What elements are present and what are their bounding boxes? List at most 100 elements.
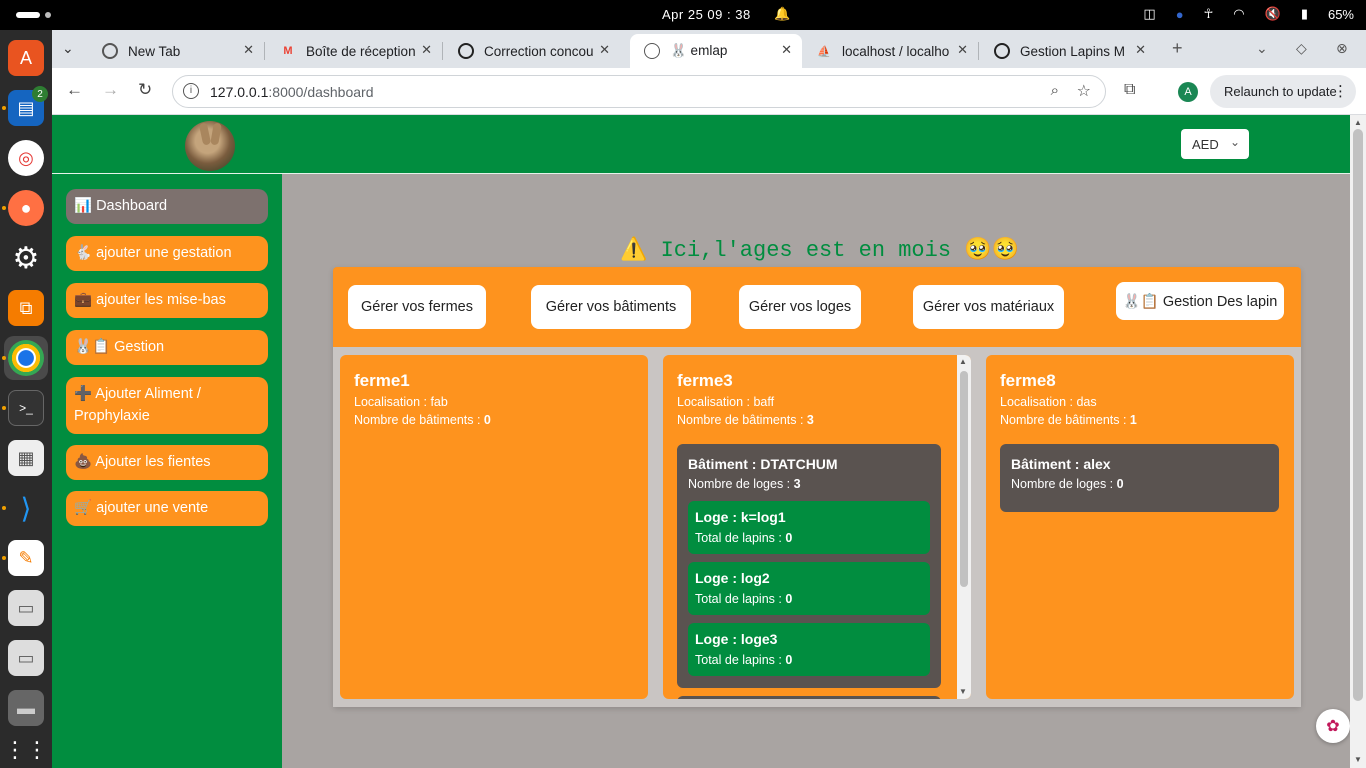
loge-total: Total de lapins : 0	[695, 592, 793, 606]
document-viewer-icon[interactable]: ▦	[8, 440, 44, 476]
ai-assistant-icon[interactable]: ✿	[1316, 709, 1350, 743]
tab-label: localhost / localho	[842, 43, 950, 59]
notification-badge: 2	[32, 86, 48, 102]
color-indicator-icon[interactable]: ●	[1176, 7, 1184, 22]
building-card[interactable]: Bâtiment : DTATCHUM Nombre de loges : 3 …	[677, 444, 941, 688]
tab-phpmyadmin[interactable]: ⛵ localhost / localho ✕	[802, 34, 978, 68]
loge-card[interactable]: Loge : k=log1 Total de lapins : 0	[688, 501, 930, 554]
window-minimize-icon[interactable]: ◇	[1296, 40, 1307, 57]
drive-icon[interactable]: ▬	[8, 690, 44, 726]
bookmark-star-icon[interactable]: ☆	[1077, 81, 1091, 101]
site-info-icon[interactable]: i	[183, 83, 199, 99]
scroll-down-arrow-icon[interactable]: ▼	[959, 687, 967, 696]
tab-new-tab[interactable]: New Tab ✕	[88, 34, 264, 68]
close-icon[interactable]: ✕	[243, 42, 254, 58]
url-text[interactable]: 127.0.0.1:8000/dashboard	[210, 84, 373, 100]
new-tab-plus-icon[interactable]: +	[1172, 38, 1183, 59]
sidebar-item-gestion[interactable]: 🐰📋 Gestion	[66, 330, 268, 365]
farm-location: Localisation : fab	[354, 395, 448, 409]
accessibility-indicator-icon[interactable]: ◫	[1143, 6, 1155, 22]
sidebar-item-aliment[interactable]: ➕ Ajouter Aliment / Prophylaxie	[66, 377, 268, 434]
sidebar-item-mise-bas[interactable]: 💼 ajouter les mise-bas	[66, 283, 268, 318]
building-loge-count: Nombre de loges : 3	[688, 477, 801, 491]
tab-search-chevron-icon[interactable]: ⌄	[62, 40, 74, 57]
git-tool-icon[interactable]: ⧉	[8, 290, 44, 326]
notes-icon[interactable]: ✎	[8, 540, 44, 576]
manage-buildings-button[interactable]: Gérer vos bâtiments	[531, 285, 691, 329]
disk-icon-2[interactable]: ▭	[8, 640, 44, 676]
disk-icon[interactable]: ▭	[8, 590, 44, 626]
farm-card[interactable]: ferme8 Localisation : das Nombre de bâti…	[986, 355, 1294, 699]
tab-list-chevron-icon[interactable]: ⌄	[1256, 40, 1268, 57]
wifi-icon[interactable]: ◠	[1233, 6, 1244, 22]
window-close-icon[interactable]: ⊗	[1336, 40, 1348, 57]
scrollbar-thumb[interactable]	[960, 371, 968, 587]
loge-card[interactable]: Loge : log2 Total de lapins : 0	[688, 562, 930, 615]
extensions-puzzle-icon[interactable]: ⧉	[1124, 81, 1135, 99]
farm-scrollbar[interactable]: ▲ ▼	[957, 355, 971, 699]
loge-card[interactable]: Loge : loge3 Total de lapins : 0	[688, 623, 930, 676]
globe-icon	[644, 43, 660, 59]
rabbit-management-button[interactable]: 🐰📋 Gestion Des lapin	[1116, 282, 1284, 320]
text-editor-icon[interactable]: ▤ 2	[8, 86, 48, 126]
workspace-dot[interactable]	[45, 12, 51, 18]
farm-card[interactable]: ferme3 Localisation : baff Nombre de bât…	[663, 355, 971, 699]
profile-avatar[interactable]: A	[1178, 82, 1198, 102]
tab-emlap[interactable]: 🐰 emlap ✕	[630, 34, 802, 68]
mute-icon[interactable]: 🔇	[1265, 6, 1281, 22]
sidebar-item-gestation[interactable]: 🐇 ajouter une gestation	[66, 236, 268, 271]
reload-icon[interactable]: ↻	[138, 80, 152, 100]
building-card-partial[interactable]	[677, 696, 941, 699]
app-grid-icon[interactable]: ⋮⋮	[4, 732, 48, 768]
system-top-bar: Apr 25 09 : 38 🔔 ◫ ● ☥ ◠ 🔇 ▮ 65%	[0, 0, 1366, 30]
tab-label: Correction concou	[484, 43, 594, 59]
tab-gestion-lapins[interactable]: Gestion Lapins M ✕	[980, 34, 1156, 68]
sidebar-item-fientes[interactable]: 💩 Ajouter les fientes	[66, 445, 268, 480]
farm-card[interactable]: ferme1 Localisation : fab Nombre de bâti…	[340, 355, 648, 699]
workspace-indicator[interactable]	[16, 12, 40, 18]
close-icon[interactable]: ✕	[599, 42, 610, 58]
notification-bell-icon[interactable]: 🔔	[774, 6, 790, 22]
software-center-icon[interactable]: A	[8, 40, 44, 76]
sidebar-item-dashboard[interactable]: 📊 Dashboard	[66, 189, 268, 224]
battery-percentage[interactable]: 65%	[1328, 7, 1354, 22]
manage-materials-button[interactable]: Gérer vos matériaux	[913, 285, 1064, 329]
farm-building-count: Nombre de bâtiments : 0	[354, 413, 491, 427]
zoom-magnifier-icon[interactable]: ⌕	[1051, 82, 1059, 99]
forward-arrow-icon[interactable]: →	[102, 80, 119, 100]
manage-loges-button[interactable]: Gérer vos loges	[739, 285, 861, 329]
close-icon[interactable]: ✕	[957, 42, 968, 58]
battery-icon[interactable]: ▮	[1301, 6, 1308, 22]
settings-icon[interactable]: ⚙	[8, 240, 44, 276]
accessibility-icon[interactable]: ☥	[1204, 6, 1214, 22]
close-icon[interactable]: ✕	[421, 42, 432, 58]
rabbit-logo[interactable]	[185, 121, 235, 171]
system-clock[interactable]: Apr 25 09 : 38	[662, 7, 751, 22]
close-icon[interactable]: ✕	[781, 42, 792, 58]
page-scrollbar[interactable]: ▲ ▼	[1350, 115, 1366, 768]
scroll-up-arrow-icon[interactable]: ▲	[1354, 118, 1362, 127]
scrollbar-thumb[interactable]	[1353, 129, 1363, 701]
tab-correction[interactable]: Correction concou ✕	[444, 34, 620, 68]
openai-icon	[458, 43, 474, 59]
farm-location: Localisation : baff	[677, 395, 775, 409]
vscode-icon[interactable]: ⟩	[8, 490, 44, 526]
close-icon[interactable]: ✕	[1135, 42, 1146, 58]
building-card[interactable]: Bâtiment : alex Nombre de loges : 0	[1000, 444, 1279, 512]
manage-farms-button[interactable]: Gérer vos fermes	[348, 285, 486, 329]
system-tray[interactable]: ◫ ● ☥ ◠ 🔇 ▮ 65%	[1143, 6, 1354, 22]
scroll-down-arrow-icon[interactable]: ▼	[1354, 755, 1362, 764]
help-icon[interactable]: ◎	[8, 140, 44, 176]
tab-gmail[interactable]: M Boîte de réception ✕	[266, 34, 442, 68]
relaunch-to-update-button[interactable]: Relaunch to update ⋮	[1210, 75, 1356, 108]
chrome-icon[interactable]	[8, 340, 44, 376]
scroll-up-arrow-icon[interactable]: ▲	[959, 357, 967, 366]
firefox-icon[interactable]: ●	[8, 190, 44, 226]
back-arrow-icon[interactable]: ←	[66, 80, 83, 100]
terminal-icon[interactable]: >_	[8, 390, 44, 426]
address-bar[interactable]: i 127.0.0.1:8000/dashboard ⌕ ☆	[172, 75, 1106, 108]
sidebar-item-vente[interactable]: 🛒 ajouter une vente	[66, 491, 268, 526]
currency-select[interactable]: AED ⌄	[1181, 129, 1249, 159]
more-menu-icon[interactable]: ⋮	[1333, 82, 1348, 100]
building-loge-count: Nombre de loges : 0	[1011, 477, 1124, 491]
